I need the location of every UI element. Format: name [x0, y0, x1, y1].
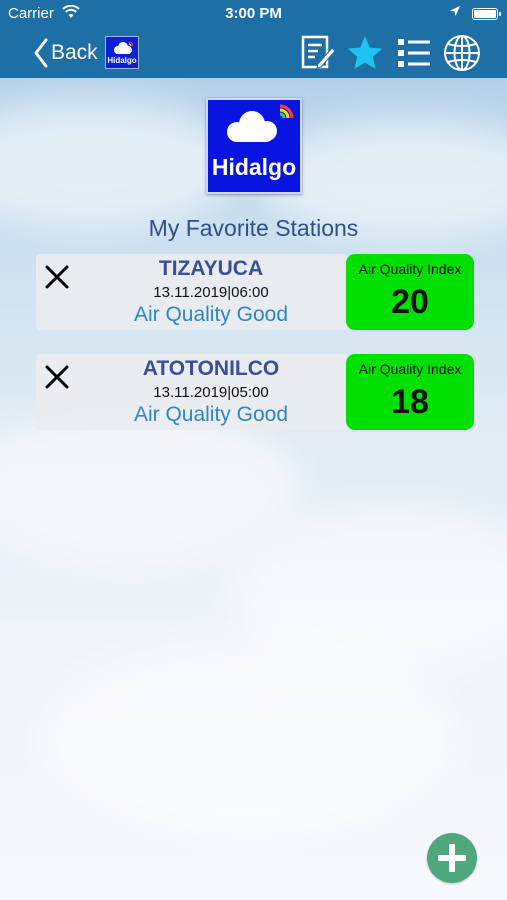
app-logo-small: Hidalgo [105, 36, 139, 69]
back-button[interactable]: Back [34, 36, 98, 70]
clock: 3:00 PM [225, 5, 282, 22]
app-logo: Hidalgo [206, 98, 302, 194]
aqi-badge[interactable]: Air Quality Index 18 [346, 354, 474, 430]
globe-icon[interactable] [443, 34, 481, 72]
station-card[interactable]: ATOTONILCO 13.11.2019|05:00 Air Quality … [36, 354, 474, 430]
station-card[interactable]: TIZAYUCA 13.11.2019|06:00 Air Quality Go… [36, 254, 474, 330]
station-status: Air Quality Good [133, 403, 289, 426]
sky-background [0, 78, 507, 900]
navigation-bar: Back Hidalgo [0, 28, 507, 78]
cloud-rainbow-icon [227, 104, 294, 142]
chevron-left-icon [34, 38, 48, 68]
back-label: Back [51, 41, 98, 64]
cloud-icon [114, 41, 134, 54]
aqi-value: 20 [391, 283, 429, 321]
remove-station-button[interactable] [42, 262, 72, 292]
aqi-label: Air Quality Index [358, 361, 462, 377]
station-status: Air Quality Good [133, 303, 289, 326]
aqi-value: 18 [391, 383, 429, 421]
station-date: 13.11.2019|05:00 [153, 384, 269, 401]
add-station-button[interactable] [427, 833, 477, 883]
app-logo-small-text: Hidalgo [107, 56, 137, 65]
remove-station-button[interactable] [42, 362, 72, 392]
location-arrow-icon [450, 6, 460, 16]
station-date: 13.11.2019|06:00 [153, 284, 269, 301]
edit-icon[interactable] [298, 34, 336, 72]
status-bar: Carrier 3:00 PM [0, 0, 507, 28]
plus-icon [438, 844, 466, 872]
station-name: TIZAYUCA [158, 257, 264, 280]
star-icon[interactable] [346, 34, 384, 72]
battery-icon [472, 8, 501, 20]
section-title: My Favorite Stations [148, 215, 359, 241]
list-icon[interactable] [395, 34, 433, 72]
station-name: ATOTONILCO [142, 357, 280, 380]
app-logo-text: Hidalgo [211, 154, 297, 180]
aqi-label: Air Quality Index [358, 261, 462, 277]
aqi-badge[interactable]: Air Quality Index 20 [346, 254, 474, 330]
